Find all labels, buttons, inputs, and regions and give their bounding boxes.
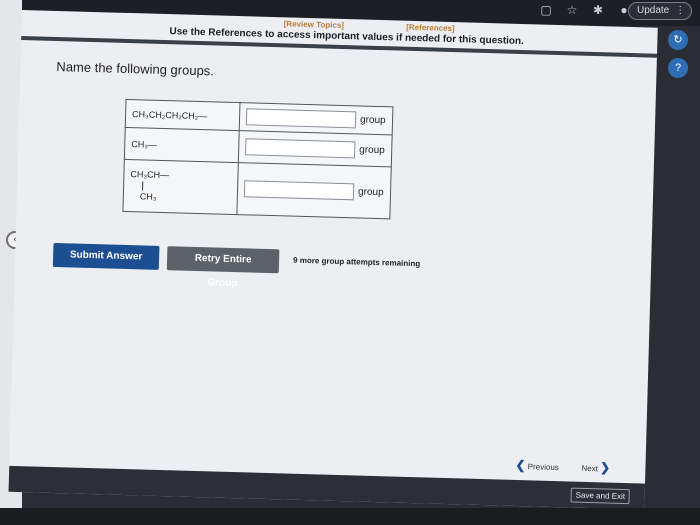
toolbar-icons: ▢ ☆ ✱ ● (540, 3, 630, 17)
menu-icon[interactable]: ⋮ (675, 5, 685, 16)
answer-cell: group (239, 102, 393, 135)
next-label: Next (581, 463, 598, 474)
submit-answer-button[interactable]: Submit Answer (52, 242, 160, 270)
formula-isopropyl: CH₃CH— CH₃ (122, 159, 239, 215)
answer-input-3[interactable] (243, 180, 355, 201)
formula-isopropyl-top: CH₃CH— (130, 168, 170, 180)
update-button[interactable]: Update ⋮ (628, 2, 693, 20)
group-suffix: group (357, 186, 384, 199)
answer-cell: group (238, 130, 392, 167)
save-and-exit-button[interactable]: Save and Exit (570, 487, 631, 505)
groups-table: CH₃CH₂CH₂CH₂— group CH₃— group CH₃CH— CH… (122, 98, 394, 220)
formula-butyl: CH₃CH₂CH₂CH₂— (125, 99, 240, 131)
chevron-right-icon: ❯ (599, 460, 611, 475)
retry-group-button[interactable]: Retry Entire Group (166, 246, 280, 289)
review-topics-link[interactable]: [Review Topics] (284, 19, 345, 30)
references-link[interactable]: [References] (406, 23, 455, 33)
puzzle-icon[interactable]: ✱ (592, 3, 604, 17)
previous-button[interactable]: ❮ Previous (515, 458, 559, 473)
group-suffix: group (359, 144, 385, 157)
star-icon[interactable]: ☆ (566, 3, 578, 17)
formula-isopropyl-bottom: CH₃ (139, 190, 157, 202)
bond-line (142, 180, 144, 190)
next-button[interactable]: Next ❯ (581, 460, 611, 475)
extensions-icon[interactable]: ▢ (540, 3, 552, 17)
help-icon[interactable]: ? (668, 58, 688, 78)
side-icons: ↻ ? (668, 30, 688, 86)
answer-input-1[interactable] (245, 108, 357, 129)
group-suffix: group (359, 114, 386, 127)
question-prompt: Name the following groups. (56, 58, 215, 79)
chevron-left-icon: ❮ (515, 457, 526, 473)
refresh-icon[interactable]: ↻ (668, 30, 688, 50)
bottom-edge (0, 508, 700, 525)
attempts-remaining: 9 more group attempts remaining (292, 255, 421, 269)
answer-input-2[interactable] (245, 138, 356, 159)
formula-methyl: CH₃— (124, 127, 240, 163)
update-label: Update (637, 5, 670, 16)
table-row: CH₃CH— CH₃ group (122, 159, 391, 219)
previous-label: Previous (527, 462, 559, 473)
answer-cell: group (236, 162, 391, 219)
assignment-page: [Review Topics] [References] Use the Ref… (8, 10, 658, 510)
